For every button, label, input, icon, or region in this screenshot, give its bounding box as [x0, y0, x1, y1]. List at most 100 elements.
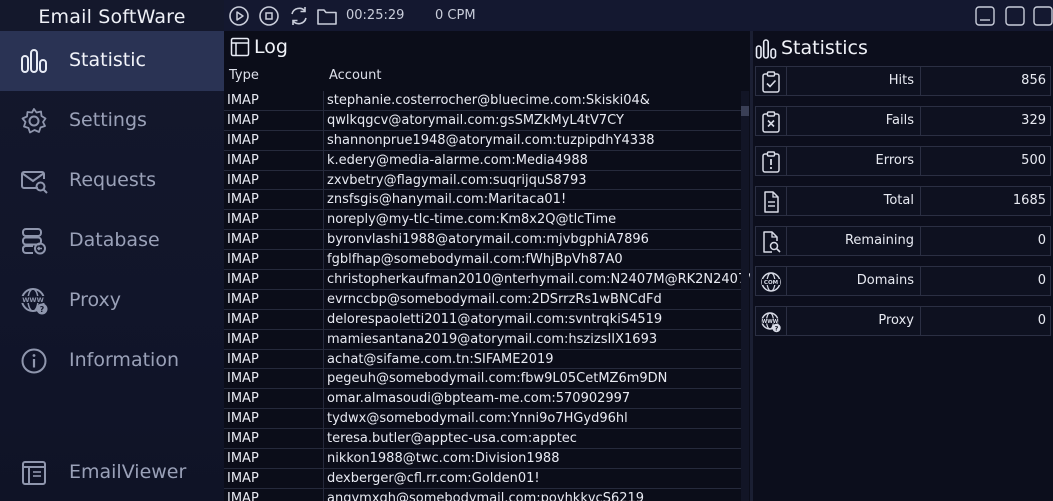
minimize-icon[interactable] — [975, 6, 995, 26]
cell-account: dexberger@cfl.rr.com:Golden01! — [327, 470, 540, 486]
table-row[interactable]: IMAP qwlkqgcv@atorymail.com:gsSMZkMyL4tV7… — [224, 110, 742, 131]
column-separator — [323, 289, 324, 309]
cell-account: shannonprue1948@atorymail.com:tuzpipdhY4… — [327, 132, 655, 148]
cell-type: IMAP — [227, 132, 259, 148]
clipboard-check-icon — [762, 71, 780, 93]
cell-account: delorespaoletti2011@atorymail.com:svntrq… — [327, 311, 663, 327]
table-row[interactable]: IMAP christopherkaufman2010@nterhymail.co… — [224, 270, 757, 290]
sidebar-item-proxy[interactable]: WWW ? Proxy — [0, 271, 224, 331]
cell-type: IMAP — [227, 411, 259, 427]
cell-type: IMAP — [227, 212, 259, 228]
cell-type: IMAP — [227, 272, 259, 288]
scroll-thumb[interactable] — [741, 106, 749, 116]
cell-type: IMAP — [227, 311, 259, 327]
cpm-readout: 0 CPM — [435, 8, 476, 23]
maximize-icon[interactable] — [1005, 6, 1025, 26]
table-row[interactable]: IMAP shannonprue1948@atorymail.com:tuzpip… — [224, 130, 742, 151]
table-row[interactable]: IMAP stephanie.costerrocher@bluecime.com:… — [224, 91, 742, 111]
column-header-account[interactable]: Account — [329, 68, 382, 83]
column-header-type[interactable]: Type — [229, 68, 259, 83]
sidebar-item-label: Proxy — [69, 289, 122, 311]
stat-label: Remaining — [844, 233, 914, 248]
play-icon[interactable] — [228, 5, 250, 27]
cell-account: byronvlashi1988@atorymail.com:mjvbgphiA7… — [327, 232, 649, 248]
table-row[interactable]: IMAP angymxgh@somebodymail.com:povhkkvcS6… — [224, 488, 742, 501]
cell-type: IMAP — [227, 232, 259, 248]
sidebar-item-information[interactable]: Information — [0, 331, 224, 391]
column-separator — [323, 369, 324, 389]
cell-account: angymxgh@somebodymail.com:povhkkvcS6219 — [327, 490, 645, 501]
stat-value: 856 — [1021, 73, 1046, 88]
table-row[interactable]: IMAP k.edery@media-alarme.com:Media4988 — [224, 150, 742, 171]
cell-account: zxvbetry@flagymail.com:suqrijquS8793 — [327, 172, 587, 188]
table-row[interactable]: IMAP byronvlashi1988@atorymail.com:mjvbgp… — [224, 230, 742, 251]
column-separator — [323, 468, 324, 488]
table-row[interactable]: IMAP delorespaoletti2011@atorymail.com:sv… — [224, 309, 742, 330]
www-help-icon: WWW ? — [761, 312, 781, 333]
log-title: Log — [254, 36, 288, 58]
stats-panel: Statistics Hits 856 Fails 329 Errors 500… — [753, 31, 1053, 501]
stat-row-remaining: Remaining 0 — [755, 226, 1051, 256]
database-icon — [22, 228, 46, 255]
column-separator — [323, 230, 324, 250]
cell-account: christopherkaufman2010@nterhymail.com:N2… — [327, 272, 758, 288]
cell-type: IMAP — [227, 192, 259, 208]
stop-icon[interactable] — [258, 5, 280, 27]
close-icon[interactable] — [1033, 6, 1053, 26]
cell-type: IMAP — [227, 431, 259, 447]
svg-text:?: ? — [40, 305, 45, 314]
sidebar-item-database[interactable]: Database — [0, 211, 224, 271]
table-row[interactable]: IMAP nikkon1988@twc.com:Division1988 — [224, 449, 742, 469]
table-row[interactable]: IMAP omar.almasoudi@bpteam-me.com:5709029… — [224, 389, 742, 410]
cell-type: IMAP — [227, 152, 259, 168]
cell-account: nikkon1988@twc.com:Division1988 — [327, 451, 560, 467]
app-title: Email SoftWare — [38, 6, 186, 28]
sidebar-item-settings[interactable]: Settings — [0, 91, 224, 151]
sidebar-item-emailviewer[interactable]: EmailViewer — [0, 443, 224, 501]
column-separator — [323, 349, 324, 369]
sidebar-item-label: Statistic — [69, 49, 146, 71]
column-separator — [323, 91, 324, 110]
table-row[interactable]: IMAP evrnccbp@somebodymail.com:2DSrrzRs1w… — [224, 289, 742, 310]
folder-icon[interactable] — [316, 5, 338, 27]
www-help-icon: WWW ? — [21, 288, 48, 315]
column-separator — [323, 130, 324, 150]
stat-value: 329 — [1021, 113, 1046, 128]
column-separator — [323, 250, 324, 270]
timer-readout: 00:25:29 — [346, 8, 405, 23]
stat-label: Fails — [885, 113, 914, 128]
table-row[interactable]: IMAP dexberger@cfl.rr.com:Golden01! — [224, 468, 742, 489]
cell-account: qwlkqgcv@atorymail.com:gsSMZkMyL4tV7CY — [327, 112, 624, 128]
log-scrollbar[interactable] — [741, 91, 749, 501]
email-viewer-icon — [22, 461, 46, 485]
stat-row-proxy: WWW ? Proxy 0 — [755, 306, 1051, 336]
sidebar-item-statistic[interactable]: Statistic — [0, 31, 224, 91]
cell-type: IMAP — [227, 490, 259, 501]
table-row[interactable]: IMAP znsfsgis@hanymail.com:Maritaca01! — [224, 190, 742, 211]
document-icon — [764, 191, 779, 213]
sidebar-item-label: Database — [69, 229, 160, 251]
table-row[interactable]: IMAP achat@sifame.com.tn:SIFAME2019 — [224, 349, 742, 370]
stat-value: 0 — [1037, 273, 1046, 288]
column-separator — [323, 389, 324, 409]
table-row[interactable]: IMAP noreply@my-tlc-time.com:Km8x2Q@tlcTi… — [224, 210, 742, 231]
table-row[interactable]: IMAP pegeuh@somebodymail.com:fbw9L05CetMZ… — [224, 369, 742, 390]
stat-row-total: Total 1685 — [755, 186, 1051, 216]
table-row[interactable]: IMAP fgblfhap@somebodymail.com:fWhjBpVh87… — [224, 250, 742, 271]
clipboard-alert-icon — [762, 151, 780, 173]
toolbar: 00:25:29 0 CPM — [224, 0, 1053, 31]
cell-type: IMAP — [227, 470, 259, 486]
table-row[interactable]: IMAP tydwx@somebodymail.com:Ynni9o7HGyd96… — [224, 409, 742, 430]
table-row[interactable]: IMAP zxvbetry@flagymail.com:suqrijquS8793 — [224, 170, 742, 191]
svg-text:COM: COM — [764, 280, 778, 286]
column-separator — [323, 190, 324, 210]
bar-chart-icon — [21, 49, 47, 73]
cell-type: IMAP — [227, 391, 259, 407]
column-separator — [323, 409, 324, 429]
stat-label: Total — [883, 193, 914, 208]
table-row[interactable]: IMAP teresa.butler@apptec-usa.com:apptec — [224, 429, 742, 450]
refresh-icon[interactable] — [288, 5, 310, 27]
sidebar-item-requests[interactable]: Requests — [0, 151, 224, 211]
cell-account: znsfsgis@hanymail.com:Maritaca01! — [327, 192, 567, 208]
table-row[interactable]: IMAP mamiesantana2019@atorymail.com:hsziz… — [224, 329, 742, 350]
